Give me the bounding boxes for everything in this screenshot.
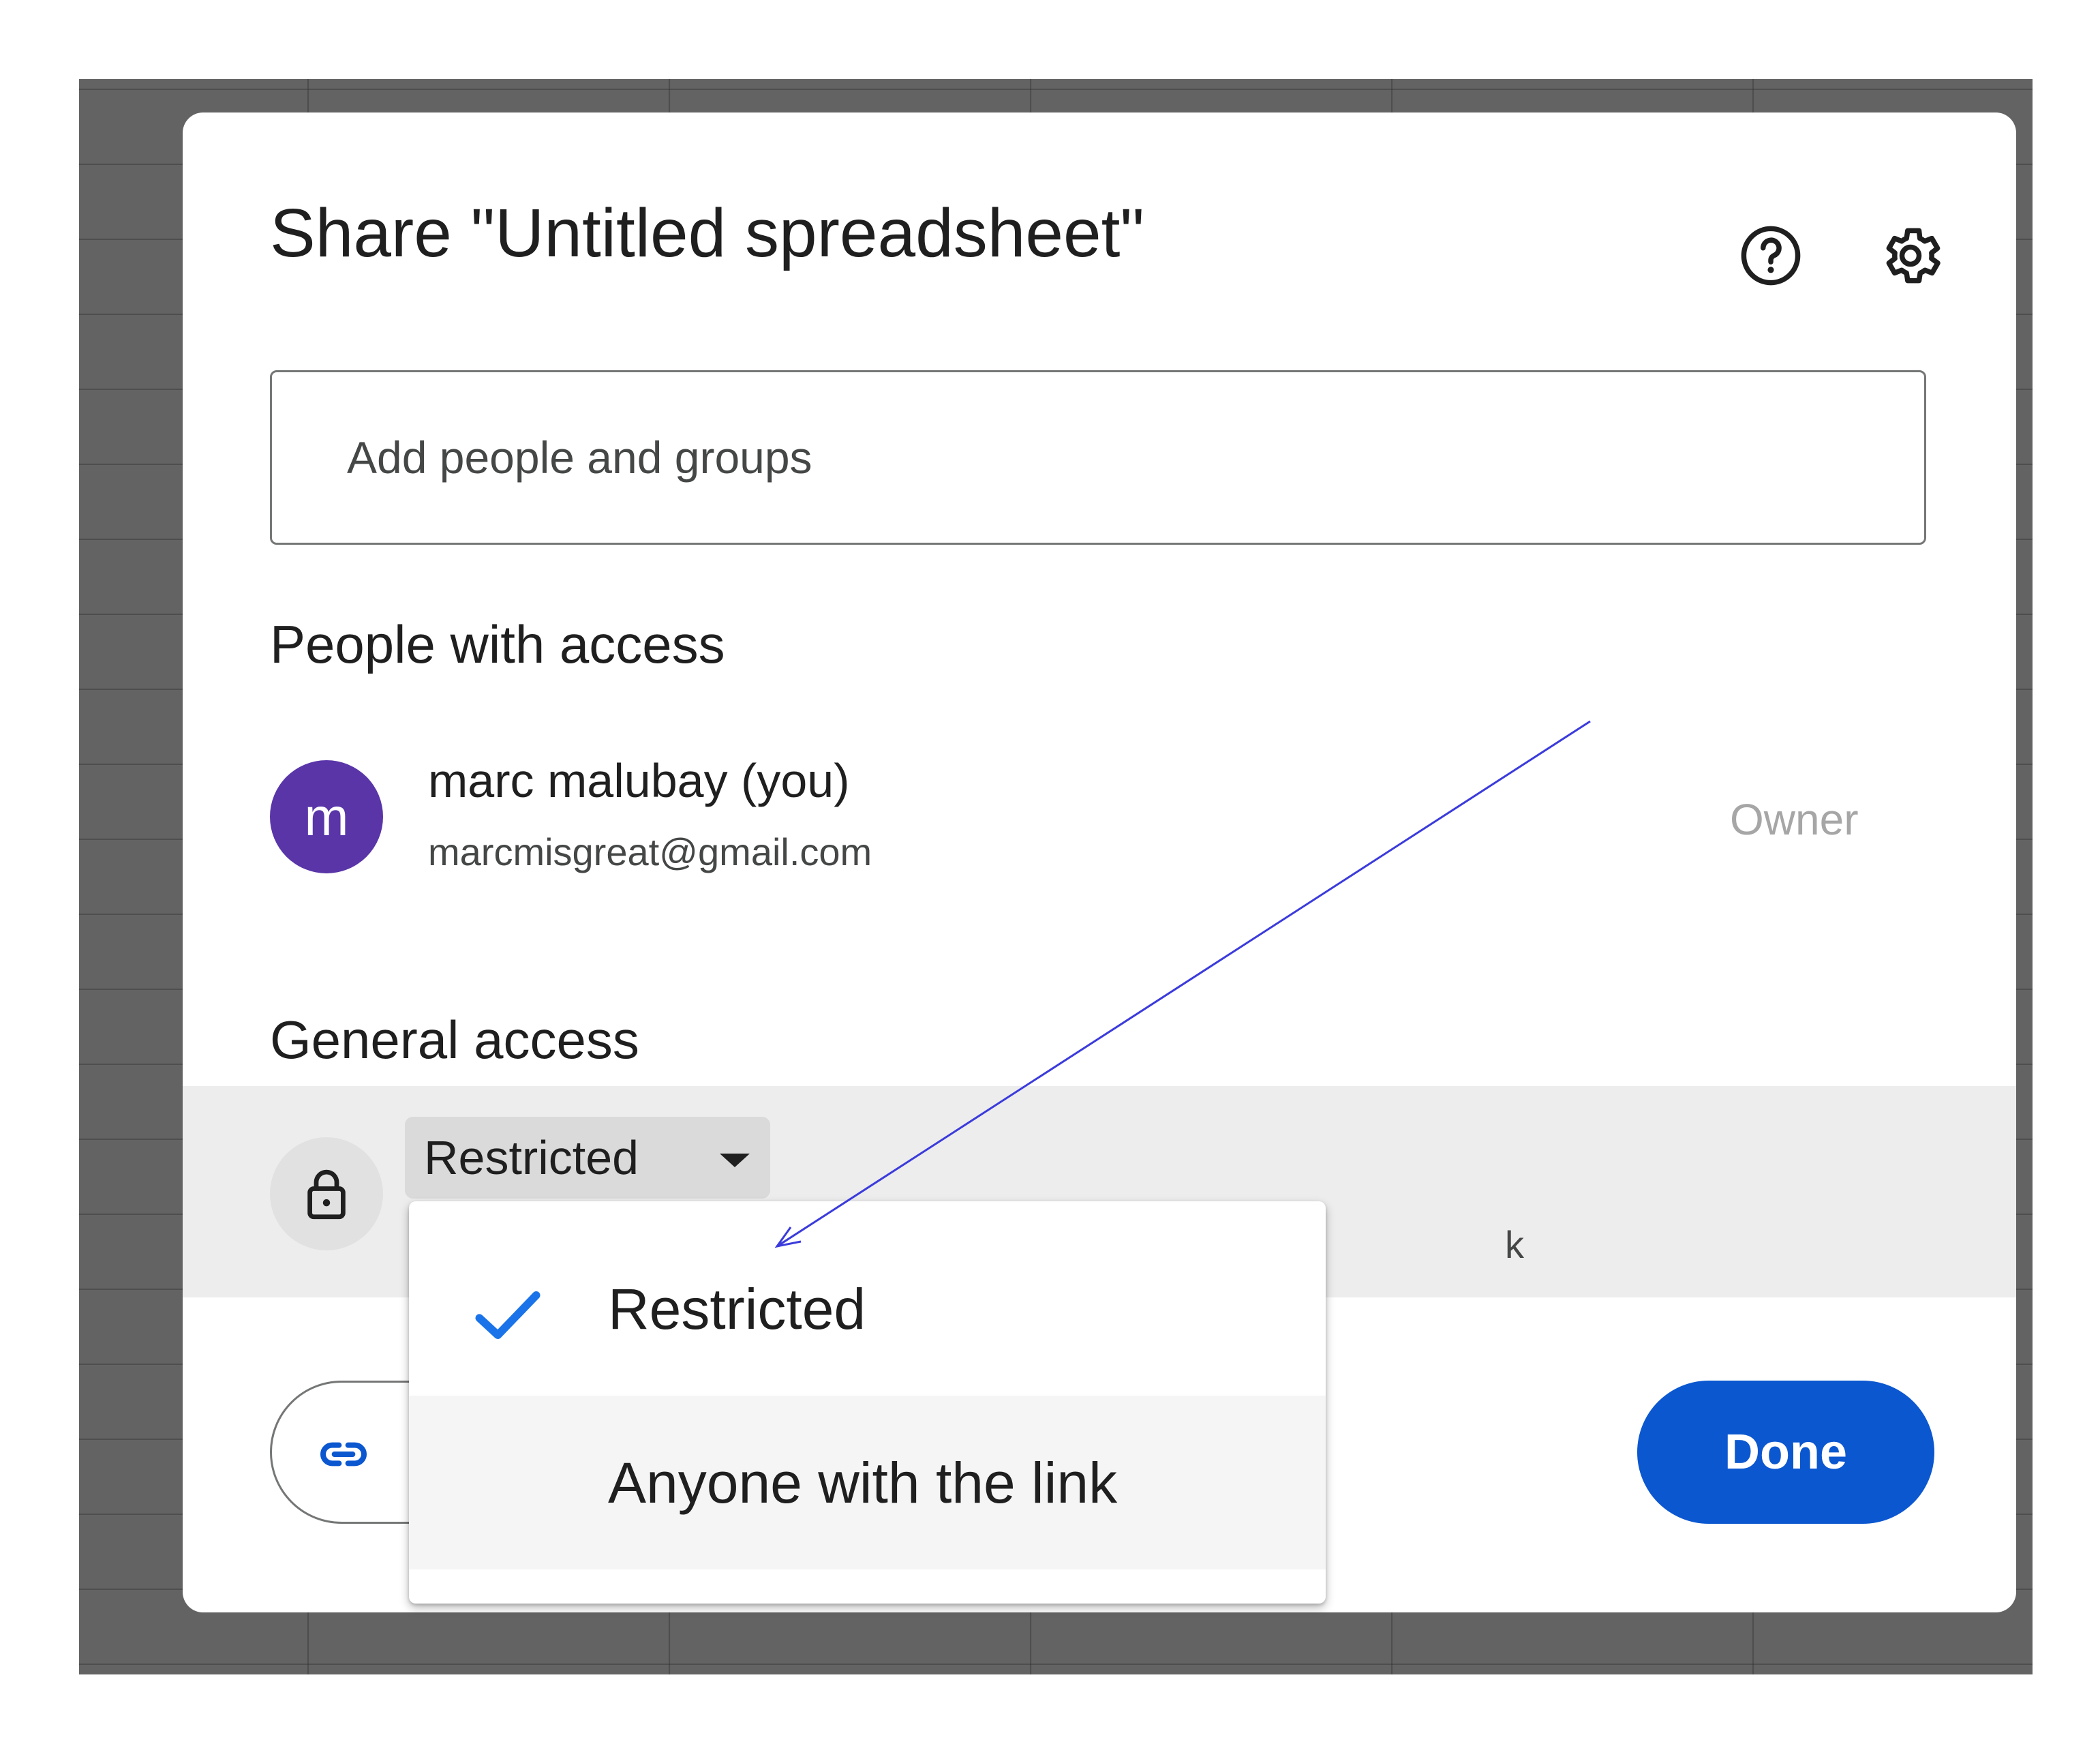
menu-item-label: Restricted (608, 1277, 866, 1341)
person-email: marcmisgreat@gmail.com (428, 830, 872, 873)
lock-icon-badge (270, 1137, 383, 1250)
role-label: Owner (1730, 795, 1859, 844)
general-access-heading: General access (270, 1010, 639, 1070)
access-description-text: k (1505, 1223, 1524, 1266)
link-icon (320, 1442, 367, 1467)
dialog-title: Share "Untitled spreadsheet" (270, 195, 1144, 271)
gear-icon (1886, 228, 1941, 284)
access-level-menu: Restricted Anyone with the link (409, 1201, 1326, 1604)
checkmark-icon (475, 1291, 541, 1339)
caret-down-icon (720, 1154, 750, 1167)
help-circle-icon (1741, 226, 1801, 286)
menu-item-label: Anyone with the link (608, 1451, 1118, 1515)
access-level-dropdown[interactable]: Restricted (405, 1117, 770, 1199)
person-name: marc malubay (you) (428, 754, 850, 807)
people-with-access-heading: People with access (270, 614, 725, 674)
access-level-value: Restricted (424, 1131, 639, 1184)
done-button[interactable]: Done (1637, 1381, 1934, 1524)
help-button[interactable] (1737, 222, 1805, 290)
add-people-field[interactable] (270, 370, 1926, 545)
add-people-input[interactable] (272, 372, 1924, 543)
menu-item-restricted[interactable]: Restricted (409, 1222, 1326, 1396)
lock-icon (307, 1169, 346, 1220)
settings-button[interactable] (1876, 222, 1945, 290)
menu-item-anyone-with-link[interactable]: Anyone with the link (409, 1396, 1326, 1569)
avatar: m (270, 760, 383, 873)
